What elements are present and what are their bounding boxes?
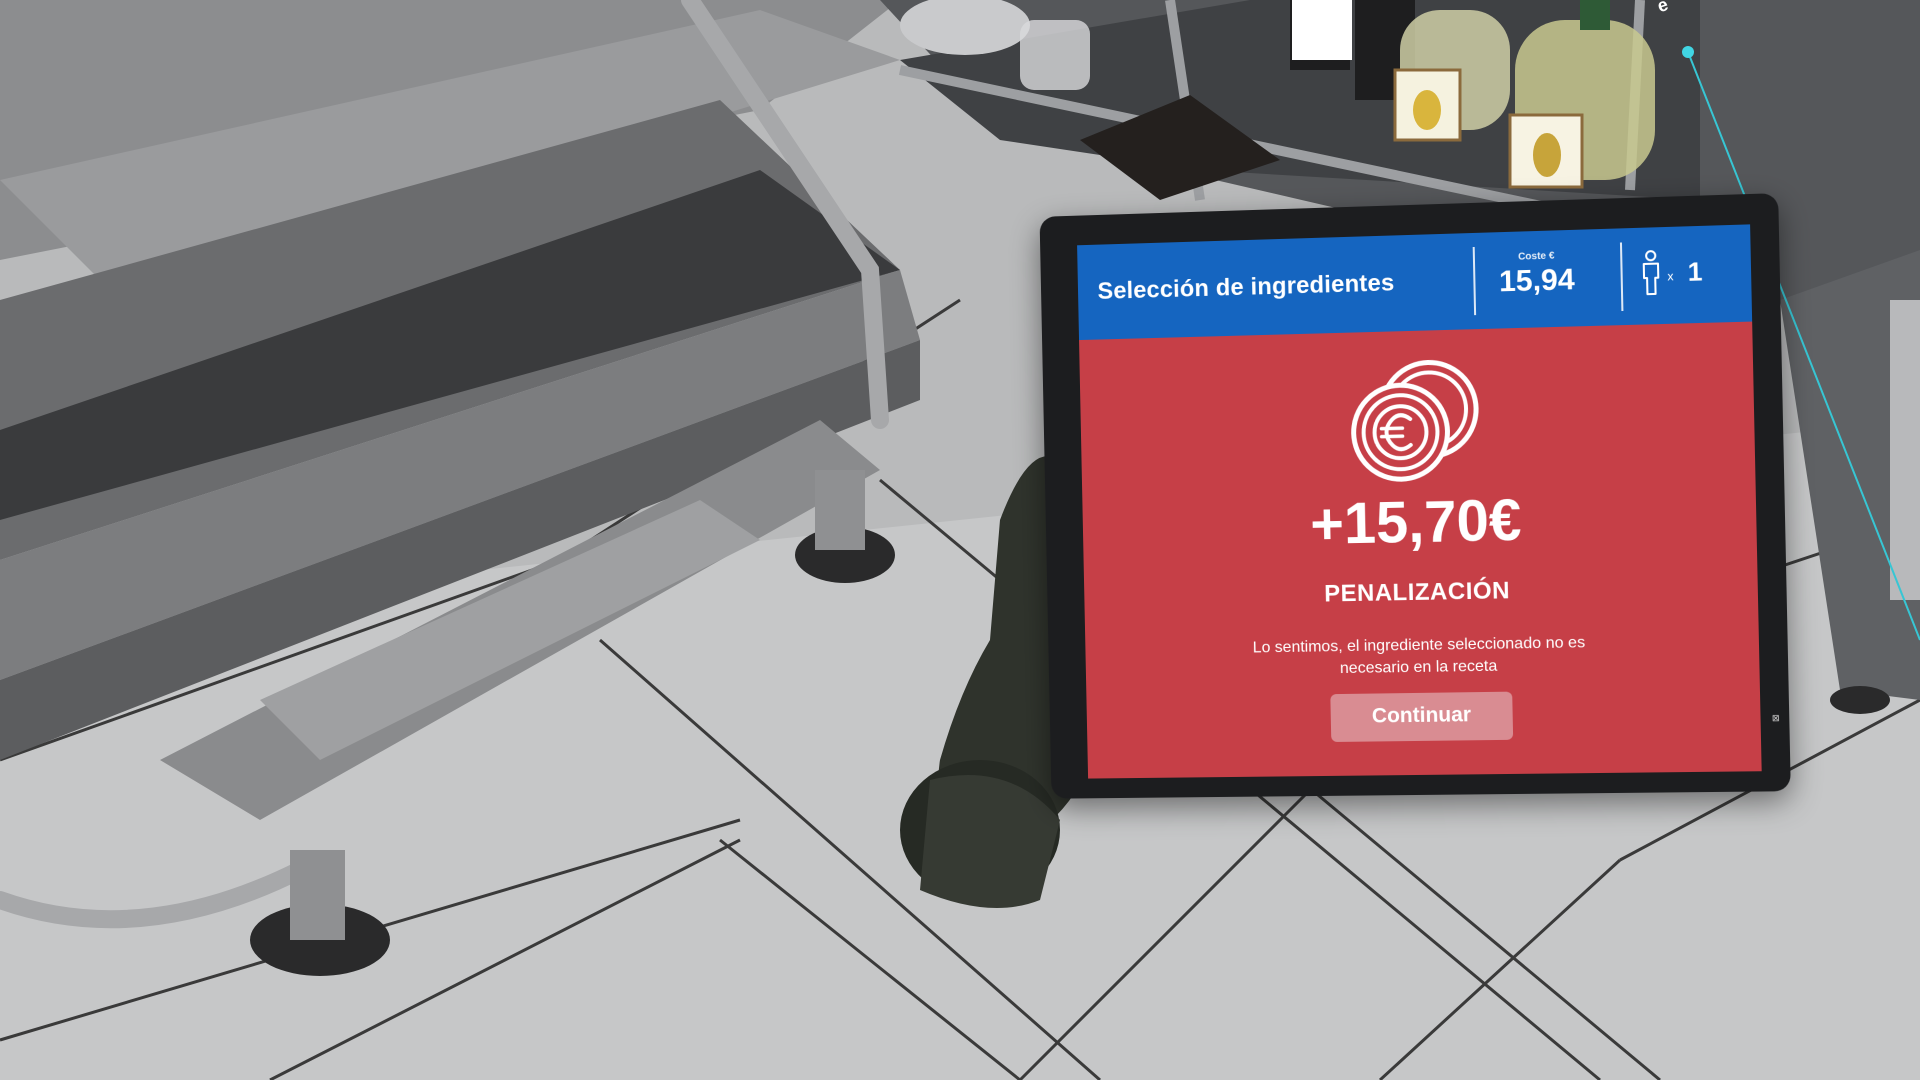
vr-kitchen-scene: e ⊠ Selección de ingredientes Coste € 15… bbox=[0, 0, 1920, 1080]
cost-display: Coste € 15,94 bbox=[1481, 249, 1593, 299]
continue-button[interactable]: Continuar bbox=[1330, 691, 1514, 743]
header-divider bbox=[1619, 242, 1624, 312]
person-icon bbox=[1638, 249, 1663, 296]
cost-label: Coste € bbox=[1517, 250, 1555, 263]
tablet-screen: Selección de ingredientes Coste € 15,94 … bbox=[1077, 224, 1762, 779]
people-count: 1 bbox=[1687, 256, 1703, 287]
vr-tablet: ⊠ Selección de ingredientes Coste € 15,9… bbox=[1039, 193, 1792, 808]
tablet-brand-logo: ⊠ bbox=[1770, 714, 1782, 723]
header-divider bbox=[1472, 246, 1477, 316]
penalty-amount: +15,70€ bbox=[1309, 487, 1522, 557]
penalty-title: PENALIZACIÓN bbox=[1323, 577, 1511, 608]
people-display: x 1 bbox=[1630, 247, 1743, 301]
tablet-header: Selección de ingredientes Coste € 15,94 … bbox=[1077, 224, 1753, 341]
header-title: Selección de ingredientes bbox=[1097, 269, 1395, 305]
people-multiplier: x bbox=[1667, 269, 1674, 284]
cost-value: 15,94 bbox=[1498, 263, 1576, 299]
coins-euro-icon bbox=[1343, 353, 1486, 486]
penalty-message: Lo sentimos, el ingrediente seleccionado… bbox=[1252, 634, 1586, 678]
